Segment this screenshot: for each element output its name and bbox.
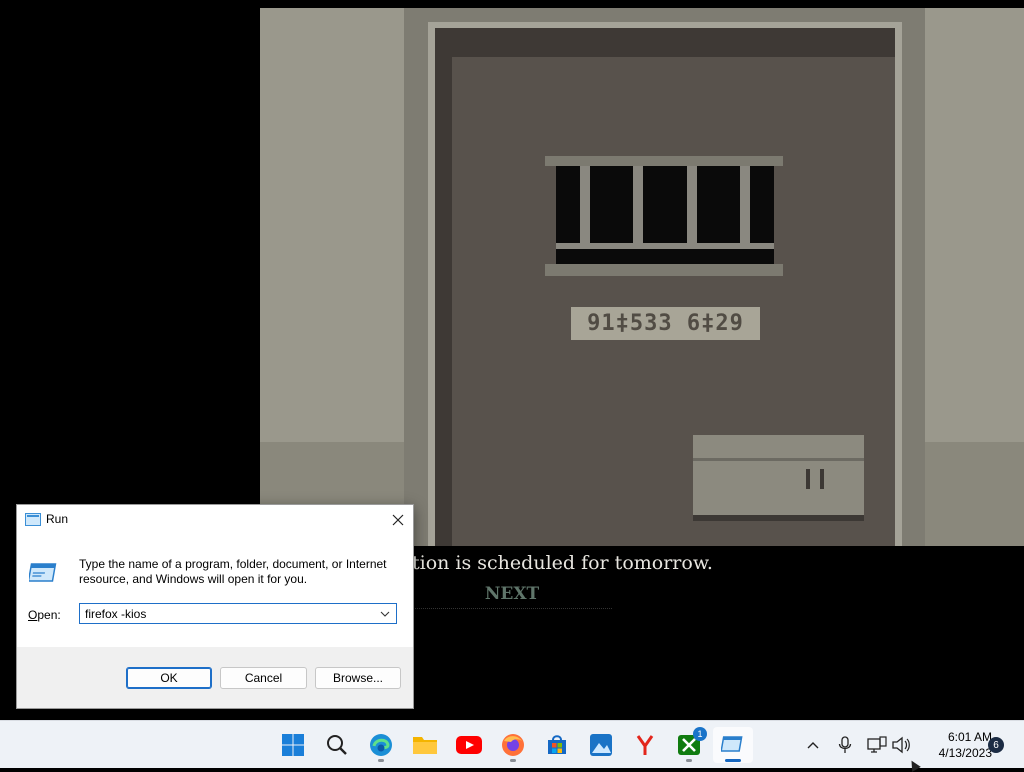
volume-icon [892,736,910,754]
taskbar-store[interactable] [537,727,577,763]
notification-center-badge[interactable]: 6 [988,737,1004,753]
yandex-icon [636,735,654,755]
window-bar [687,166,697,244]
close-button[interactable] [383,505,413,535]
run-description: Type the name of a program, folder, docu… [79,557,387,586]
open-input[interactable] [80,604,375,623]
window-rail [556,243,774,249]
close-icon [392,514,404,526]
right-wall-base [925,442,1024,546]
start-button[interactable] [273,727,313,763]
run-body: Type the name of a program, folder, docu… [17,535,413,647]
door-food-slot [693,435,864,517]
window-bar [580,166,590,244]
youtube-icon [456,736,482,754]
left-wall [260,8,404,442]
microphone-button[interactable] [834,733,856,757]
window-bar [633,166,643,244]
running-indicator [510,759,516,762]
photos-icon [590,734,612,756]
taskbar-run[interactable] [713,727,753,763]
run-icon [721,736,743,752]
search-icon [327,735,347,755]
network-icon [867,736,887,753]
taskbar: 1 6:01 AM 4/13/2023 [0,720,1024,768]
taskbar-file-explorer[interactable] [405,727,445,763]
dropdown-button[interactable] [376,604,394,623]
volume-button[interactable] [890,733,912,757]
chevron-down-icon [380,611,390,617]
edge-icon [370,734,392,756]
show-hidden-icons-button[interactable] [802,733,824,757]
prisoner-number-plate: 91‡533 6‡29 [571,307,760,340]
run-title: Run [46,512,69,526]
taskbar-xbox[interactable]: 1 [669,727,709,763]
microphone-icon [838,736,852,753]
taskbar-firefox[interactable] [493,727,533,763]
active-indicator [725,759,741,762]
window-bar [740,166,750,244]
food-slot-shadow [693,515,864,521]
store-icon [548,735,566,754]
run-footer: OK Cancel Browse... [17,647,413,708]
search-button[interactable] [317,727,357,763]
ok-button[interactable]: OK [126,667,212,689]
dialogue-text: tion is scheduled for tomorrow. [412,552,713,574]
clock[interactable]: 6:01 AM 4/13/2023 [918,729,992,761]
food-slot-line [693,458,864,461]
folder-icon [413,737,437,754]
right-pillar [902,8,925,546]
taskbar-edge[interactable] [361,727,401,763]
chevron-up-icon [807,742,819,749]
running-indicator [686,759,692,762]
next-button[interactable]: NEXT [452,582,572,606]
windows-logo-icon [282,734,304,756]
taskbar-youtube[interactable] [449,727,489,763]
clock-time: 6:01 AM [947,730,992,744]
right-wall [925,8,1024,442]
taskbar-photos[interactable] [581,727,621,763]
run-dialog: Run Type the name of a program, folder, … [16,504,414,709]
open-label: Open: [28,608,61,622]
run-program-icon [29,563,57,582]
door-window-top [545,156,783,166]
notification-badge: 1 [693,727,707,741]
clock-date: 4/13/2023 [938,746,992,760]
taskbar-yandex[interactable] [625,727,665,763]
firefox-icon [502,734,524,756]
open-label-text: pen: [37,608,61,622]
cancel-button[interactable]: Cancel [220,667,307,689]
open-combobox[interactable] [79,603,397,624]
browse-button[interactable]: Browse... [315,667,401,689]
run-icon [25,513,41,526]
left-pillar [404,8,428,546]
run-titlebar[interactable]: Run [17,505,413,535]
door-lintel [428,8,902,22]
running-indicator [378,759,384,762]
network-button[interactable] [866,733,888,757]
slot-handle [806,469,810,489]
open-label-accesskey: O [28,608,38,622]
slot-handle [820,469,824,489]
door-window-bottom [545,264,783,276]
next-underline [412,608,612,610]
